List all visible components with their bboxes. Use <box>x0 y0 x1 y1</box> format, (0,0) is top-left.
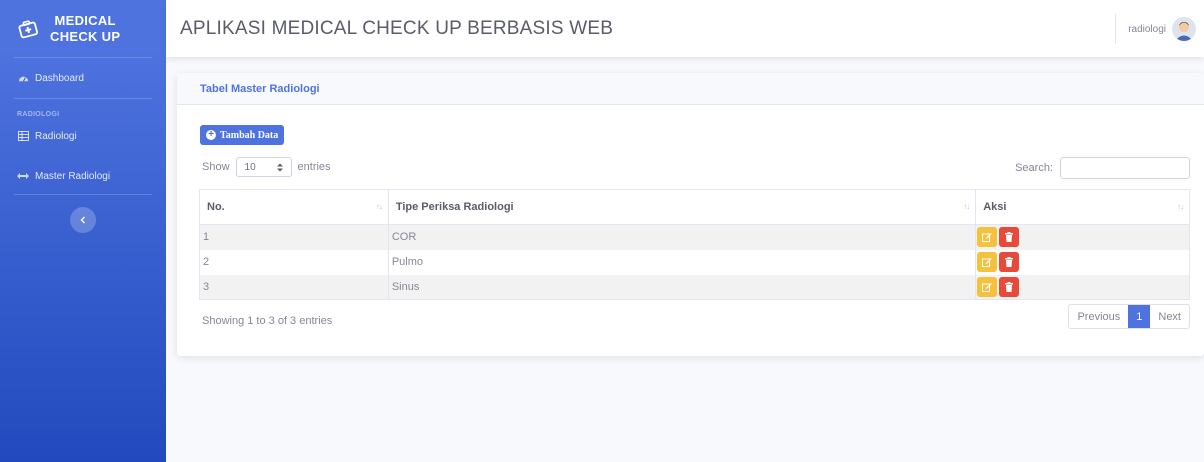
entries-select[interactable]: 10 <box>235 157 292 177</box>
data-card: Tabel Master Radiologi + Tambah Data Sho… <box>177 73 1204 356</box>
card-title: Tabel Master Radiologi <box>200 82 320 95</box>
entries-length-control: Show 10 entries <box>202 157 331 177</box>
avatar <box>1172 17 1196 41</box>
entries-label: entries <box>297 161 331 173</box>
column-header-tipe[interactable]: Tipe Periksa Radiologi ↑↓ <box>387 189 977 225</box>
table-icon <box>17 130 29 142</box>
cell-no: 1 <box>199 224 389 250</box>
edit-button[interactable] <box>977 276 998 297</box>
pagination: Previous 1 Next <box>1068 304 1190 329</box>
plus-circle-icon: + <box>206 130 216 140</box>
sidebar: MEDICAL CHECK UP Dashboard RADIOLOGI Rad… <box>0 0 166 462</box>
show-label: Show <box>202 161 230 173</box>
dashboard-icon <box>17 72 29 84</box>
user-menu[interactable]: radiologi <box>1115 14 1196 44</box>
table-info: Showing 1 to 3 of 3 entries <box>202 315 333 327</box>
column-header-aksi[interactable]: Aksi ↑↓ <box>975 189 1190 225</box>
entries-select-value: 10 <box>244 161 256 173</box>
sidebar-item-label: Master Radiologi <box>35 170 111 182</box>
table-row: 1 COR <box>199 224 1190 250</box>
sidebar-item-label: Dashboard <box>35 72 84 84</box>
delete-button[interactable] <box>999 276 1020 297</box>
add-data-button[interactable]: + Tambah Data <box>200 125 285 145</box>
select-arrows-icon <box>276 163 283 171</box>
brand[interactable]: MEDICAL CHECK UP <box>0 0 166 57</box>
cell-no: 3 <box>199 274 389 300</box>
chevron-left-icon <box>80 216 85 224</box>
sidebar-toggle-button[interactable] <box>70 207 96 233</box>
sidebar-item-label: Radiologi <box>35 130 77 142</box>
medical-kit-icon <box>18 19 38 38</box>
column-header-label: No. <box>207 201 225 213</box>
trash-icon <box>1005 281 1014 292</box>
table-header-row: No. ↑↓ Tipe Periksa Radiologi ↑↓ Aksi ↑↓ <box>199 189 1190 225</box>
sort-icon: ↑↓ <box>375 202 383 211</box>
topbar: APLIKASI MEDICAL CHECK UP BERBASIS WEB r… <box>166 0 1204 57</box>
next-page-button[interactable]: Next <box>1150 305 1189 328</box>
edit-icon <box>982 258 993 267</box>
cell-tipe: COR <box>387 224 977 250</box>
cell-actions <box>975 249 1190 275</box>
column-header-no[interactable]: No. ↑↓ <box>199 189 389 225</box>
brand-line-2: CHECK UP <box>50 28 121 44</box>
cell-no: 2 <box>199 249 389 275</box>
edit-icon <box>982 233 993 243</box>
table-row: 2 Pulmo <box>199 249 1190 275</box>
brand-line-1: MEDICAL <box>54 12 116 28</box>
delete-button[interactable] <box>999 227 1020 248</box>
sort-icon: ↑↓ <box>963 202 970 211</box>
sidebar-item-dashboard[interactable]: Dashboard <box>0 58 166 98</box>
card-header: Tabel Master Radiologi <box>177 73 1204 105</box>
sidebar-item-master-radiologi[interactable]: Master Radiologi <box>0 158 166 194</box>
trash-icon <box>1005 257 1014 267</box>
previous-page-button[interactable]: Previous <box>1069 305 1128 328</box>
search-control: Search: <box>1015 157 1190 179</box>
table-row: 3 Sinus <box>199 274 1190 300</box>
arrows-h-icon <box>17 170 29 182</box>
search-input[interactable] <box>1060 157 1190 179</box>
cell-tipe: Sinus <box>387 274 977 300</box>
edit-button[interactable] <box>977 252 998 272</box>
sort-icon: ↑↓ <box>1177 202 1184 211</box>
page-button-1[interactable]: 1 <box>1128 305 1151 328</box>
column-header-label: Tipe Periksa Radiologi <box>395 201 514 213</box>
sidebar-item-radiologi[interactable]: Radiologi <box>0 118 166 154</box>
sidebar-divider <box>14 98 152 99</box>
username: radiologi <box>1128 23 1166 35</box>
page-title: APLIKASI MEDICAL CHECK UP BERBASIS WEB <box>180 17 614 39</box>
brand-name: MEDICAL CHECK UP <box>50 13 120 45</box>
edit-icon <box>982 282 993 292</box>
search-label: Search: <box>1015 162 1053 174</box>
delete-button[interactable] <box>999 252 1020 272</box>
radiologi-table: No. ↑↓ Tipe Periksa Radiologi ↑↓ Aksi ↑↓ 1 … <box>199 189 1190 300</box>
add-data-label: Tambah Data <box>220 129 279 141</box>
cell-tipe: Pulmo <box>387 249 977 275</box>
cell-actions <box>975 274 1190 300</box>
edit-button[interactable] <box>977 227 998 248</box>
column-header-label: Aksi <box>983 201 1007 213</box>
trash-icon <box>1005 232 1014 243</box>
cell-actions <box>975 224 1190 250</box>
sidebar-heading: RADIOLOGI <box>17 111 60 118</box>
sidebar-divider <box>14 194 152 195</box>
